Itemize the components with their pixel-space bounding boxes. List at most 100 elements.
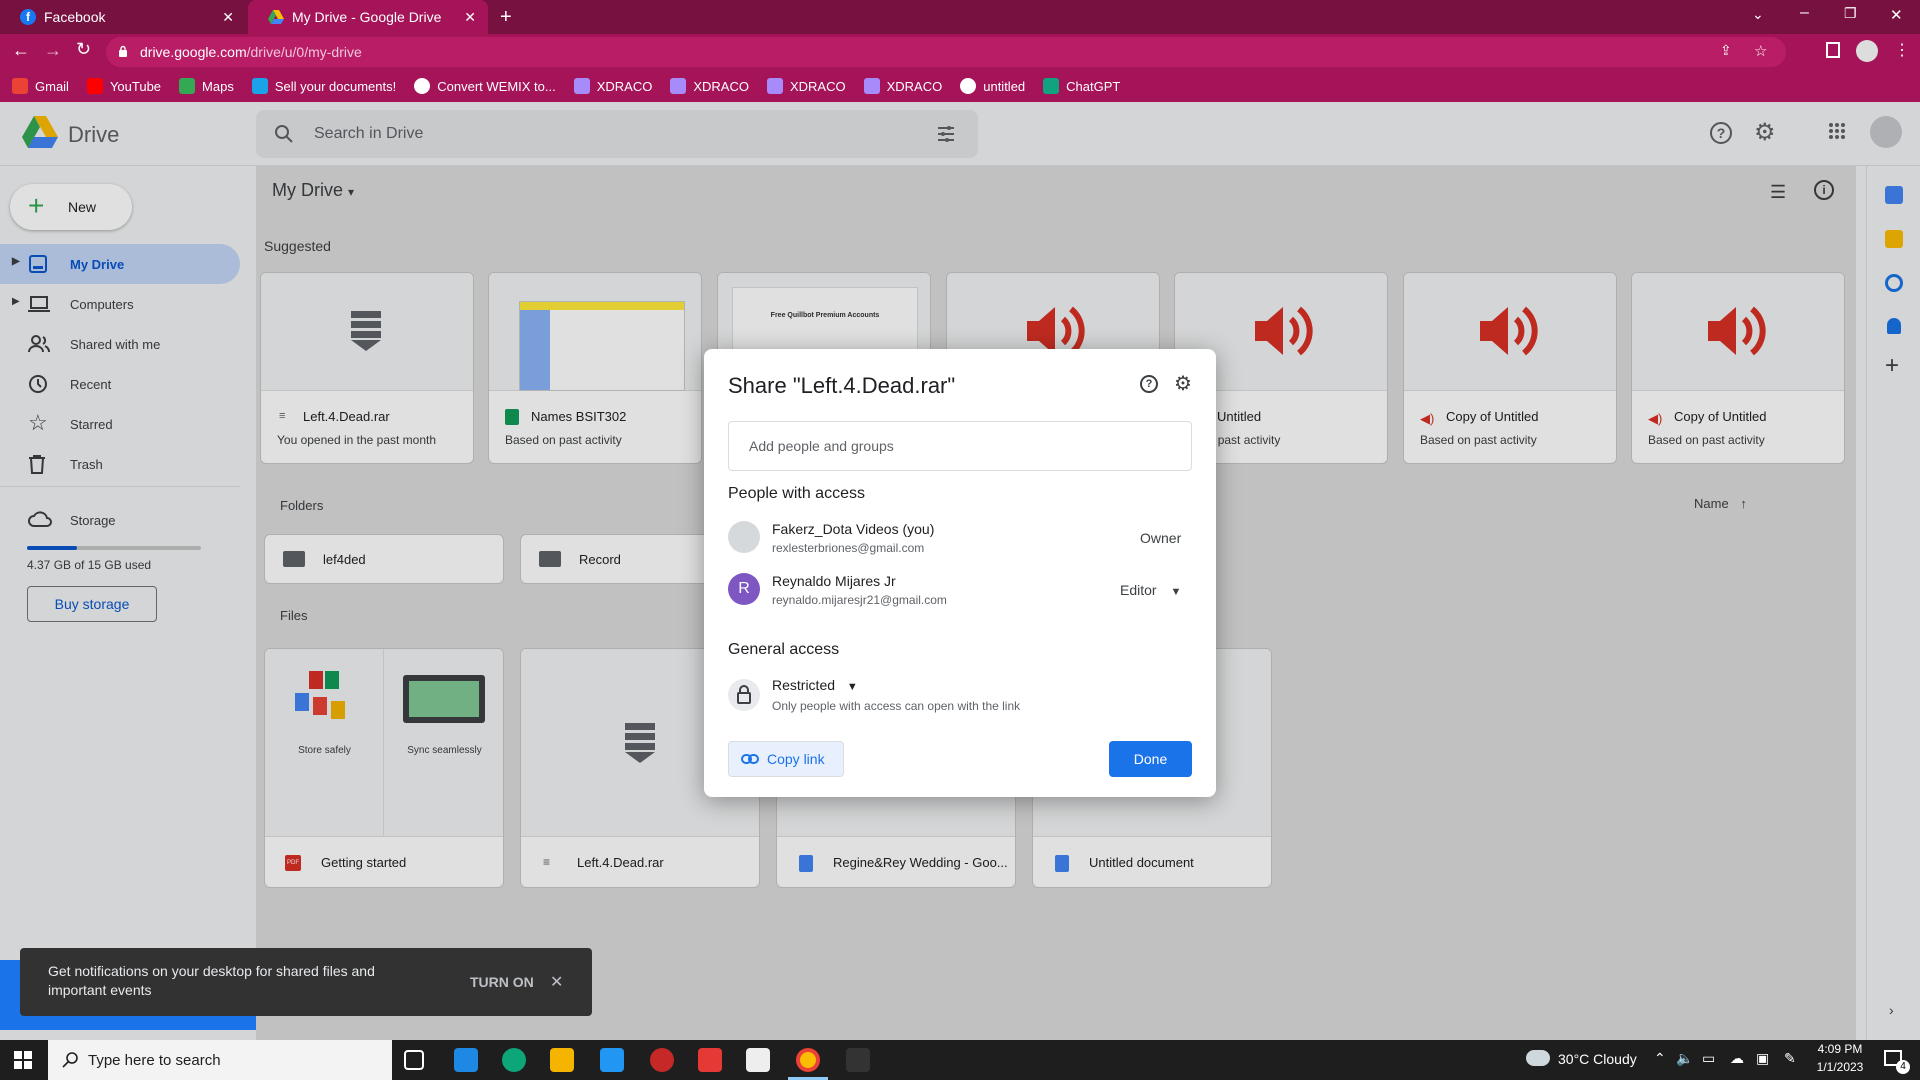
snackbar-message: Get notifications on your desktop for sh… bbox=[48, 963, 375, 998]
people-heading: People with access bbox=[728, 485, 865, 502]
close-window-icon[interactable]: ✕ bbox=[1890, 6, 1903, 24]
address-bar[interactable]: drive.google.com/drive/u/0/my-drive ☆ ⇪ bbox=[106, 37, 1786, 67]
windows-start-icon[interactable] bbox=[14, 1051, 32, 1069]
lock-icon bbox=[728, 679, 760, 711]
mail-icon[interactable] bbox=[454, 1048, 478, 1072]
done-button[interactable]: Done bbox=[1109, 741, 1192, 777]
bookmark-xdraco[interactable]: XDRACO bbox=[863, 78, 942, 94]
bookmark-maps[interactable]: Maps bbox=[179, 78, 234, 94]
close-tab-icon[interactable]: ✕ bbox=[464, 9, 476, 26]
chrome-icon[interactable] bbox=[796, 1048, 820, 1072]
notification-snackbar: Get notifications on your desktop for sh… bbox=[20, 948, 592, 1016]
help-icon[interactable]: ? bbox=[1140, 375, 1158, 393]
notification-count-badge: 4 bbox=[1896, 1060, 1910, 1074]
role-dropdown[interactable]: Editor ▼ bbox=[1120, 582, 1181, 598]
gmail-icon bbox=[12, 78, 28, 94]
share-dialog: Share "Left.4.Dead.rar" ? ⚙ Add people a… bbox=[704, 349, 1216, 797]
new-tab-icon[interactable]: + bbox=[500, 6, 512, 29]
share-icon[interactable]: ⇪ bbox=[1720, 42, 1732, 59]
bookmark-sell-documents[interactable]: Sell your documents! bbox=[251, 78, 396, 94]
bookmark-chatgpt[interactable]: ChatGPT bbox=[1043, 78, 1120, 94]
copy-link-button[interactable]: Copy link bbox=[728, 741, 844, 777]
weather-text[interactable]: 30°C Cloudy bbox=[1558, 1051, 1637, 1067]
xdraco-icon bbox=[573, 78, 590, 94]
bookmarks-bar: Gmail YouTube Maps Sell your documents! … bbox=[0, 70, 1920, 102]
edge-icon[interactable] bbox=[502, 1048, 526, 1072]
convert-icon bbox=[414, 78, 431, 94]
store-icon[interactable] bbox=[600, 1048, 624, 1072]
url-host: drive.google.com bbox=[140, 44, 247, 60]
pen-icon[interactable]: ✎ bbox=[1784, 1050, 1796, 1067]
maps-icon bbox=[179, 78, 196, 94]
bookmark-xdraco[interactable]: XDRACO bbox=[766, 78, 846, 94]
clock-date[interactable]: 1/1/2023 bbox=[1810, 1060, 1870, 1074]
person-email: reynaldo.mijaresjr21@gmail.com bbox=[772, 593, 947, 607]
bookmark-gmail[interactable]: Gmail bbox=[12, 78, 69, 94]
xdraco-icon bbox=[863, 78, 880, 94]
tab-my-drive[interactable]: My Drive - Google Drive ✕ bbox=[248, 0, 488, 34]
task-view-icon[interactable] bbox=[404, 1050, 424, 1070]
bookmark-xdraco[interactable]: XDRACO bbox=[573, 78, 652, 94]
bookmark-star-icon[interactable]: ☆ bbox=[1754, 42, 1767, 60]
network-icon[interactable]: ▭ bbox=[1702, 1050, 1715, 1067]
bookmark-xdraco[interactable]: XDRACO bbox=[670, 78, 749, 94]
chatgpt-icon bbox=[1043, 78, 1060, 94]
document-icon bbox=[251, 78, 268, 94]
reload-icon[interactable]: ↻ bbox=[76, 39, 91, 60]
person-name: Reynaldo Mijares Jr bbox=[772, 573, 896, 589]
tab-title: My Drive - Google Drive bbox=[292, 9, 442, 25]
editor-avatar: R bbox=[728, 573, 760, 605]
bookmark-convert-wemix[interactable]: Convert WEMIX to... bbox=[414, 78, 556, 94]
restore-icon[interactable]: ❐ bbox=[1844, 5, 1857, 22]
url-path: /drive/u/0/my-drive bbox=[246, 44, 362, 60]
speaker-icon[interactable]: 🔈 bbox=[1676, 1050, 1693, 1067]
owner-avatar bbox=[728, 521, 760, 553]
drive-favicon-icon bbox=[268, 10, 284, 24]
xdraco-icon bbox=[766, 78, 783, 94]
access-level-dropdown[interactable]: Restricted ▼ bbox=[772, 677, 858, 693]
youtube-icon bbox=[86, 78, 103, 94]
side-panel-icon[interactable] bbox=[1826, 42, 1840, 58]
link-icon bbox=[741, 752, 759, 766]
person-name: Fakerz_Dota Videos (you) bbox=[772, 521, 935, 537]
dropdown-arrow-icon: ▼ bbox=[1170, 586, 1182, 598]
cloud-weather-icon bbox=[1526, 1050, 1550, 1066]
add-people-input[interactable]: Add people and groups bbox=[728, 421, 1192, 471]
browser-menu-icon[interactable]: ⋮ bbox=[1894, 40, 1910, 60]
browser-tab-bar: f Facebook ✕ My Drive - Google Drive ✕ +… bbox=[0, 0, 1920, 34]
settings-gear-icon[interactable]: ⚙ bbox=[1174, 371, 1192, 396]
recorder-icon[interactable] bbox=[698, 1048, 722, 1072]
forward-icon[interactable]: → bbox=[44, 40, 62, 61]
tab-search-icon[interactable]: ⌄ bbox=[1752, 6, 1764, 23]
bookmark-untitled[interactable]: untitled bbox=[960, 78, 1025, 94]
search-icon bbox=[62, 1051, 80, 1069]
display-icon[interactable]: ▣ bbox=[1756, 1050, 1769, 1067]
dialog-title: Share "Left.4.Dead.rar" bbox=[728, 373, 956, 398]
chevron-up-icon[interactable]: ⌃ bbox=[1654, 1050, 1666, 1067]
back-icon[interactable]: ← bbox=[12, 40, 30, 61]
browser-toolbar: ← → ↻ drive.google.com/drive/u/0/my-driv… bbox=[0, 34, 1920, 70]
app-icon[interactable] bbox=[846, 1048, 870, 1072]
tab-title: Facebook bbox=[44, 9, 106, 25]
close-tab-icon[interactable]: ✕ bbox=[222, 9, 234, 26]
minimize-icon[interactable]: – bbox=[1800, 4, 1809, 22]
clock-time[interactable]: 4:09 PM bbox=[1810, 1042, 1870, 1056]
xdraco-icon bbox=[670, 78, 687, 94]
facebook-icon: f bbox=[20, 9, 36, 25]
bookmark-youtube[interactable]: YouTube bbox=[86, 78, 161, 94]
onedrive-icon[interactable]: ☁ bbox=[1730, 1050, 1744, 1067]
windows-taskbar: Type here to search 30°C Cloudy ⌃ 🔈 ▭ ☁ … bbox=[0, 1040, 1920, 1080]
tab-facebook[interactable]: f Facebook ✕ bbox=[0, 0, 246, 34]
close-icon[interactable]: ✕ bbox=[550, 972, 563, 992]
dropdown-arrow-icon: ▼ bbox=[846, 681, 858, 693]
file-explorer-icon[interactable] bbox=[550, 1048, 574, 1072]
general-access-heading: General access bbox=[728, 641, 840, 658]
profile-avatar[interactable] bbox=[1856, 40, 1878, 62]
access-description: Only people with access can open with th… bbox=[772, 699, 1021, 713]
taskbar-search-input[interactable]: Type here to search bbox=[48, 1040, 392, 1080]
globe-icon bbox=[960, 78, 977, 94]
lock-icon bbox=[118, 45, 128, 58]
app-icon[interactable] bbox=[746, 1048, 770, 1072]
app-icon[interactable] bbox=[650, 1048, 674, 1072]
turn-on-button[interactable]: TURN ON bbox=[470, 974, 534, 990]
